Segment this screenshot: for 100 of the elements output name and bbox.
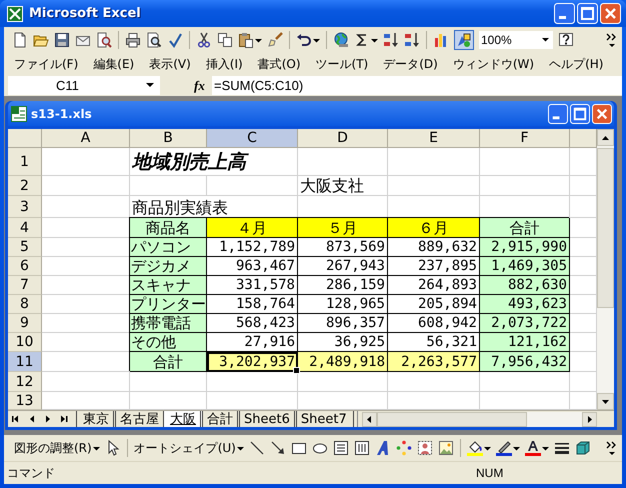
minimize-button[interactable] — [548, 104, 568, 124]
name-box[interactable]: C11 — [8, 76, 160, 95]
table-cell[interactable] — [388, 176, 480, 196]
cut-icon[interactable] — [196, 32, 212, 48]
draw-menu[interactable]: 図形の調整(R) — [14, 440, 92, 456]
undo-icon[interactable] — [296, 32, 312, 48]
table-cell[interactable]: 合計 — [480, 218, 570, 238]
menu-item[interactable]: 書式(O) — [258, 56, 301, 72]
row-header[interactable]: 8 — [8, 295, 42, 314]
column-header[interactable]: E — [388, 129, 480, 148]
arrow-icon[interactable] — [270, 440, 286, 456]
sheet-tab[interactable]: 合計 — [200, 411, 240, 427]
scroll-up-button[interactable] — [597, 129, 614, 146]
column-header[interactable]: C — [207, 129, 298, 148]
scroll-thumb[interactable] — [376, 412, 527, 426]
table-cell[interactable]: 493,623 — [480, 295, 570, 314]
table-cell[interactable] — [42, 176, 130, 196]
row-header[interactable]: 3 — [8, 196, 42, 218]
new-document-icon[interactable] — [12, 32, 28, 48]
table-cell[interactable]: 896,357 — [298, 314, 388, 333]
paintbrush-icon[interactable] — [267, 32, 283, 48]
table-cell[interactable]: 2,263,577 — [388, 352, 480, 372]
print-preview-icon[interactable] — [146, 32, 162, 48]
sort-ascending-icon[interactable] — [383, 32, 399, 48]
menu-item[interactable]: 表示(V) — [149, 56, 191, 72]
save-icon[interactable] — [54, 32, 70, 48]
magnifier-document-icon[interactable] — [96, 32, 112, 48]
table-cell[interactable]: 267,943 — [298, 257, 388, 276]
line-icon[interactable] — [248, 440, 265, 456]
diagram-icon[interactable] — [396, 440, 412, 456]
table-cell[interactable]: 568,423 — [207, 314, 298, 333]
menu-item[interactable]: ファイル(F) — [14, 56, 78, 72]
table-cell[interactable]: 121,162 — [480, 333, 570, 352]
row-header[interactable]: 13 — [8, 392, 42, 410]
table-cell[interactable]: 128,965 — [298, 295, 388, 314]
picture-icon[interactable] — [438, 440, 454, 456]
formula-field[interactable]: =SUM(C5:C10) — [212, 76, 622, 95]
vertical-scrollbar[interactable] — [597, 129, 614, 410]
table-cell[interactable]: デジカメ — [130, 257, 207, 276]
textbox-icon[interactable] — [332, 440, 349, 456]
table-cell[interactable]: 286,159 — [298, 276, 388, 295]
table-cell[interactable]: ４月 — [207, 218, 298, 238]
horizontal-scrollbar[interactable] — [362, 412, 597, 426]
clipboard-icon[interactable] — [238, 32, 254, 48]
copy-icon[interactable] — [217, 32, 233, 48]
minimize-button[interactable] — [554, 3, 575, 24]
column-header[interactable]: D — [298, 129, 388, 148]
maximize-button[interactable] — [577, 3, 598, 24]
table-cell[interactable]: 7,956,432 — [480, 352, 570, 372]
table-cell[interactable]: プリンター — [130, 295, 207, 314]
table-cell[interactable] — [130, 176, 207, 196]
row-header[interactable]: 4 — [8, 218, 42, 238]
scroll-right-button[interactable] — [582, 412, 597, 426]
wordart-icon[interactable] — [374, 440, 391, 456]
drawing-toggle-button[interactable] — [454, 30, 474, 50]
table-cell[interactable]: 1,152,789 — [207, 238, 298, 257]
table-cell[interactable]: その他 — [130, 333, 207, 352]
column-header[interactable]: B — [130, 129, 207, 148]
line-style-icon[interactable] — [554, 440, 570, 456]
sheet-tab[interactable]: Sheet7 — [294, 411, 354, 427]
fill-color-icon[interactable] — [466, 440, 483, 456]
row-header[interactable]: 9 — [8, 314, 42, 333]
table-cell[interactable]: ６月 — [388, 218, 480, 238]
row-header[interactable]: 2 — [8, 176, 42, 196]
menu-item[interactable]: データ(D) — [383, 56, 438, 72]
sort-descending-icon[interactable] — [404, 32, 420, 48]
globe-icon[interactable] — [333, 32, 349, 48]
table-cell[interactable] — [130, 372, 207, 392]
scroll-down-button[interactable] — [597, 393, 614, 410]
table-cell[interactable]: 3,202,937 — [207, 352, 298, 372]
table-cell[interactable]: 携帯電話 — [130, 314, 207, 333]
table-cell[interactable]: 158,764 — [207, 295, 298, 314]
scroll-thumb[interactable] — [597, 148, 614, 308]
row-header[interactable]: 12 — [8, 372, 42, 392]
menu-item[interactable]: 編集(E) — [93, 56, 134, 72]
table-cell[interactable]: 963,467 — [207, 257, 298, 276]
table-cell[interactable]: 873,569 — [298, 238, 388, 257]
table-cell[interactable] — [388, 148, 480, 176]
row-header[interactable]: 6 — [8, 257, 42, 276]
table-cell[interactable]: 882,630 — [480, 276, 570, 295]
zoom-dropdown[interactable]: 100% — [479, 31, 553, 49]
menu-item[interactable]: 挿入(I) — [206, 56, 243, 72]
menu-item[interactable]: ツール(T) — [316, 56, 368, 72]
clipart-icon[interactable] — [416, 440, 433, 456]
menu-item[interactable]: ヘルプ(H) — [549, 56, 604, 72]
printer-icon[interactable] — [125, 32, 141, 48]
table-cell[interactable]: 2,073,722 — [480, 314, 570, 333]
table-cell[interactable] — [207, 176, 298, 196]
row-header[interactable]: 7 — [8, 276, 42, 295]
table-cell[interactable]: 2,915,990 — [480, 238, 570, 257]
table-cell[interactable] — [42, 148, 130, 176]
table-cell[interactable] — [388, 372, 480, 392]
sheet-tab[interactable]: 東京 — [76, 411, 116, 427]
table-cell[interactable]: ５月 — [298, 218, 388, 238]
row-header[interactable]: 5 — [8, 238, 42, 257]
table-cell[interactable]: 331,578 — [207, 276, 298, 295]
sheet-tab[interactable]: 大阪 — [163, 411, 203, 427]
autoshapes-menu[interactable]: オートシェイプ(U) — [134, 440, 236, 456]
column-header[interactable]: F — [480, 129, 570, 148]
spellcheck-icon[interactable] — [167, 32, 183, 48]
